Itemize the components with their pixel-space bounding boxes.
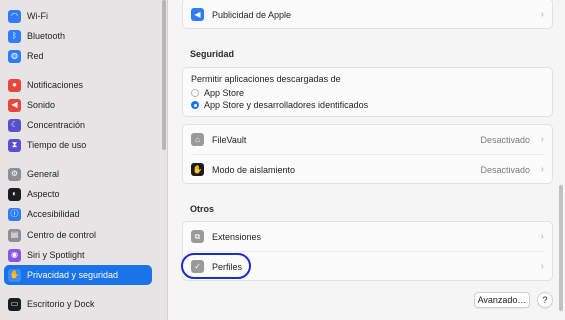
chevron-right-icon: › bbox=[540, 164, 544, 175]
dock-icon: ▭ bbox=[8, 297, 21, 311]
sidebar-item-label: Wi-Fi bbox=[27, 11, 48, 21]
appearance-icon: ◐ bbox=[8, 187, 21, 201]
filevault-icon: ⌂ bbox=[191, 133, 204, 146]
allow-apps-card: Permitir aplicaciones descargadas de App… bbox=[182, 67, 553, 117]
highlight-annotation-ring bbox=[181, 253, 251, 279]
globe-icon: ◍ bbox=[8, 49, 21, 63]
main-content: ◀ Publicidad de Apple › Seguridad Permit… bbox=[169, 0, 565, 320]
help-button[interactable]: ? bbox=[537, 292, 553, 308]
sidebar-item-label: Tiempo de uso bbox=[27, 140, 87, 150]
sidebar-item-appearance[interactable]: ◐ Aspecto bbox=[4, 184, 152, 204]
sidebar-item-label: Escritorio y Dock bbox=[27, 299, 95, 309]
sidebar-item-bluetooth[interactable]: ᛒ Bluetooth bbox=[4, 26, 152, 46]
apple-advertising-card: ◀ Publicidad de Apple › bbox=[182, 0, 553, 29]
security-rows-card: ⌂ FileVault Desactivado › ✋ Modo de aisl… bbox=[182, 124, 553, 184]
sidebar-item-network[interactable]: ◍ Red bbox=[4, 46, 152, 66]
extensions-row[interactable]: ⧉ Extensiones › bbox=[183, 222, 552, 251]
radio-option-app-store-developers[interactable]: App Store y desarrolladores identificado… bbox=[191, 100, 368, 110]
accessibility-icon: ⓘ bbox=[8, 207, 21, 221]
section-title-others: Otros bbox=[190, 204, 215, 214]
radio-label: App Store bbox=[204, 88, 245, 98]
gear-icon: ⚙ bbox=[8, 167, 21, 181]
sidebar-item-label: Bluetooth bbox=[27, 31, 66, 41]
sidebar-item-label: Aspecto bbox=[27, 189, 60, 199]
chevron-right-icon: › bbox=[540, 9, 544, 20]
speaker-icon: ◀ bbox=[8, 98, 21, 112]
lockdown-mode-row[interactable]: ✋ Modo de aislamiento Desactivado › bbox=[183, 155, 552, 184]
control-center-icon: ▤ bbox=[8, 228, 21, 242]
sidebar-scrollbar[interactable] bbox=[162, 0, 166, 150]
megaphone-icon: ◀ bbox=[191, 8, 204, 21]
sidebar-item-focus[interactable]: ☾ Concentración bbox=[4, 115, 152, 135]
chevron-right-icon: › bbox=[540, 261, 544, 272]
sidebar-item-label: Sonido bbox=[27, 100, 56, 110]
sidebar-item-label: General bbox=[27, 169, 60, 179]
row-label: Extensiones bbox=[212, 231, 262, 242]
sidebar-item-privacy-security[interactable]: ✋ Privacidad y seguridad bbox=[4, 265, 152, 285]
sidebar-item-general[interactable]: ⚙ General bbox=[4, 164, 152, 184]
sidebar-item-desktop-dock[interactable]: ▭ Escritorio y Dock bbox=[4, 294, 152, 314]
radio-button[interactable] bbox=[191, 101, 199, 109]
sidebar-item-label: Accesibilidad bbox=[27, 209, 80, 219]
sidebar-item-accessibility[interactable]: ⓘ Accesibilidad bbox=[4, 204, 152, 224]
section-title-security: Seguridad bbox=[190, 49, 235, 59]
sidebar-item-label: Notificaciones bbox=[27, 80, 84, 90]
hourglass-icon: ⧗ bbox=[8, 138, 21, 152]
allow-apps-label: Permitir aplicaciones descargadas de bbox=[191, 74, 341, 84]
sidebar-item-wifi[interactable]: ◠ Wi-Fi bbox=[4, 6, 152, 26]
bell-icon: ● bbox=[8, 78, 21, 92]
apple-advertising-row[interactable]: ◀ Publicidad de Apple › bbox=[183, 0, 552, 29]
hand-icon: ✋ bbox=[8, 268, 21, 282]
bluetooth-icon: ᛒ bbox=[8, 29, 21, 43]
sidebar-item-control-center[interactable]: ▤ Centro de control bbox=[4, 225, 152, 245]
row-label: Publicidad de Apple bbox=[212, 9, 292, 20]
sidebar-item-screen-time[interactable]: ⧗ Tiempo de uso bbox=[4, 135, 152, 155]
lockdown-hand-icon: ✋ bbox=[191, 163, 204, 176]
status-value: Desactivado bbox=[480, 164, 530, 175]
sidebar-item-label: Concentración bbox=[27, 120, 86, 130]
sidebar-item-sound[interactable]: ◀ Sonido bbox=[4, 95, 152, 115]
row-label: FileVault bbox=[212, 134, 247, 145]
row-label: Modo de aislamiento bbox=[212, 164, 296, 175]
siri-icon: ◉ bbox=[8, 248, 21, 262]
sidebar: ◠ Wi-Fi ᛒ Bluetooth ◍ Red ● Notificacion… bbox=[0, 0, 168, 320]
sidebar-item-label: Centro de control bbox=[27, 230, 97, 240]
status-value: Desactivado bbox=[480, 134, 530, 145]
filevault-row[interactable]: ⌂ FileVault Desactivado › bbox=[183, 125, 552, 154]
radio-button[interactable] bbox=[191, 89, 199, 97]
sidebar-item-notifications[interactable]: ● Notificaciones bbox=[4, 75, 152, 95]
extensions-icon: ⧉ bbox=[191, 230, 204, 243]
chevron-right-icon: › bbox=[540, 134, 544, 145]
radio-label: App Store y desarrolladores identificado… bbox=[204, 100, 369, 110]
sidebar-item-label: Privacidad y seguridad bbox=[27, 270, 119, 280]
sidebar-item-siri[interactable]: ◉ Siri y Spotlight bbox=[4, 245, 152, 265]
chevron-right-icon: › bbox=[540, 231, 544, 242]
radio-option-app-store[interactable]: App Store bbox=[191, 88, 244, 98]
wifi-icon: ◠ bbox=[8, 9, 21, 23]
moon-icon: ☾ bbox=[8, 118, 21, 132]
advanced-button[interactable]: Avanzado… bbox=[474, 292, 530, 308]
main-scrollbar[interactable] bbox=[559, 185, 563, 311]
sidebar-item-label: Siri y Spotlight bbox=[27, 250, 85, 260]
sidebar-item-label: Red bbox=[27, 51, 44, 61]
